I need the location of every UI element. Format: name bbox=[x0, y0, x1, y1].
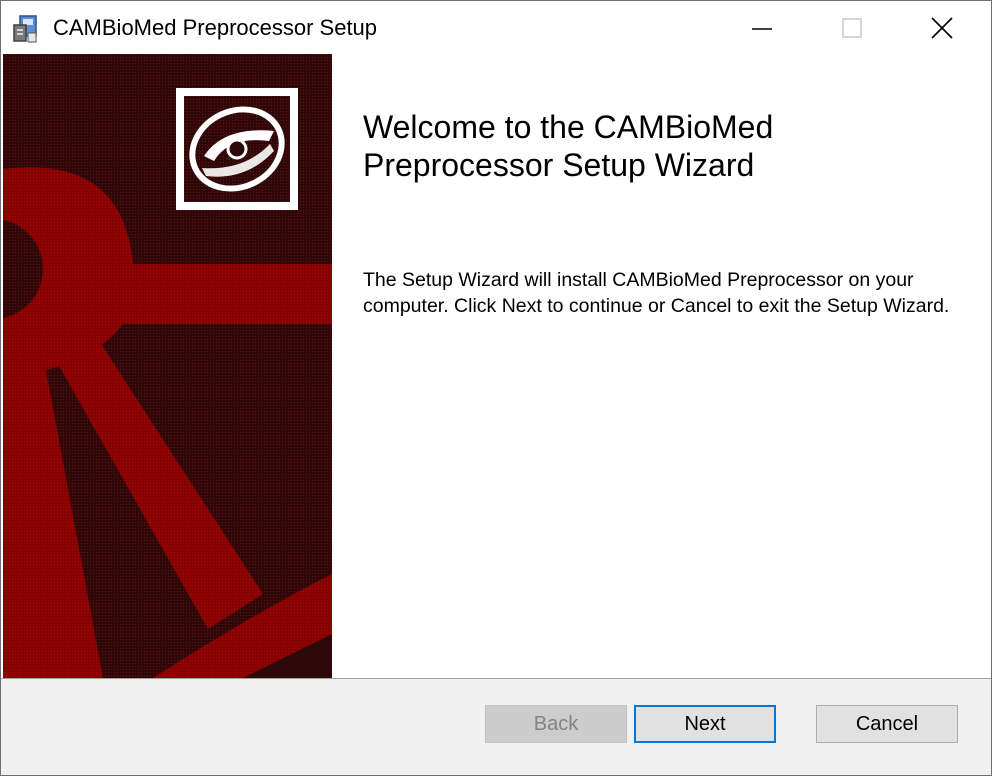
next-button[interactable]: Next bbox=[634, 705, 776, 743]
wizard-side-banner bbox=[3, 54, 332, 678]
maximize-icon bbox=[842, 17, 862, 38]
back-button[interactable]: Back bbox=[485, 705, 627, 743]
title-bar[interactable]: CAMBioMed Preprocessor Setup bbox=[1, 1, 991, 54]
minimize-button[interactable] bbox=[717, 1, 807, 54]
button-bar: Back Next Cancel bbox=[1, 678, 991, 775]
setup-window: CAMBioMed Preprocessor Setup Welcome to … bbox=[0, 0, 992, 776]
welcome-heading: Welcome to the CAMBioMed Preprocessor Se… bbox=[363, 109, 774, 183]
minimize-icon bbox=[752, 27, 772, 30]
welcome-description: The Setup Wizard will install CAMBioMed … bbox=[363, 269, 950, 317]
installer-package-icon bbox=[11, 13, 43, 45]
logo-frame bbox=[176, 88, 298, 210]
maximize-button[interactable] bbox=[807, 1, 897, 54]
close-icon bbox=[931, 16, 953, 39]
window-title: CAMBioMed Preprocessor Setup bbox=[53, 15, 378, 40]
cancel-button[interactable]: Cancel bbox=[816, 705, 958, 743]
close-button[interactable] bbox=[897, 1, 987, 54]
disc-icon bbox=[184, 96, 290, 202]
